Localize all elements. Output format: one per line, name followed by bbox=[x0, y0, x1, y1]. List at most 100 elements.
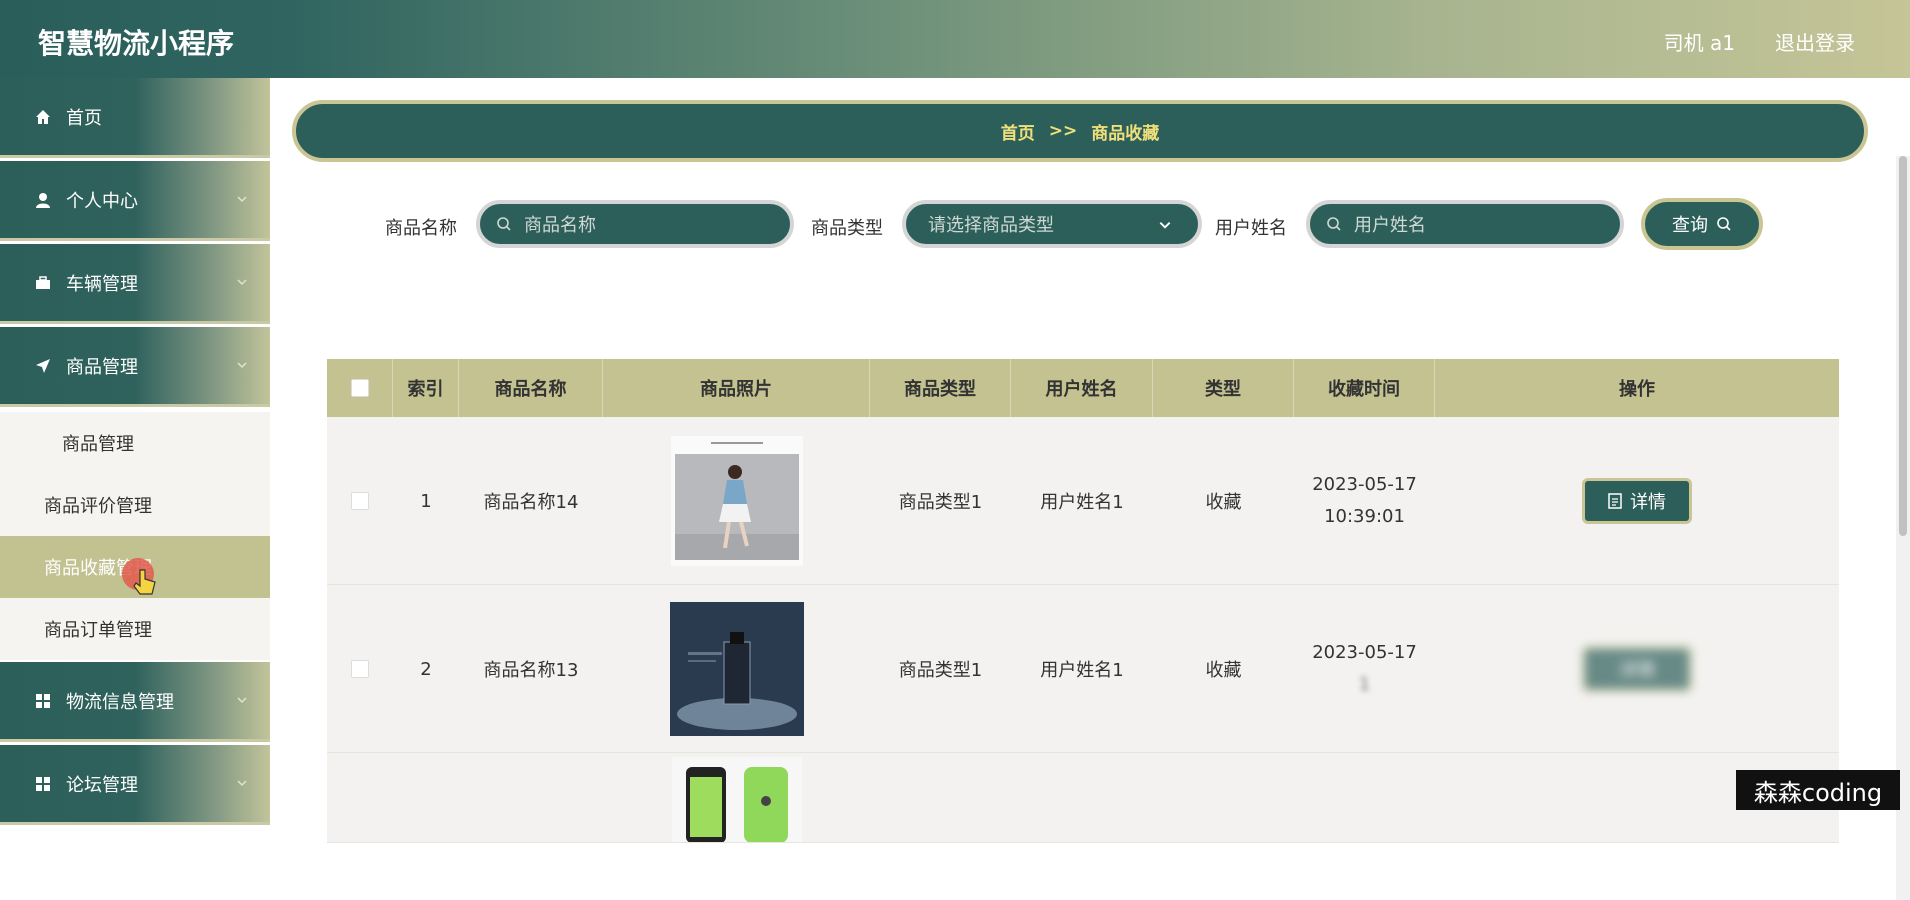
chevron-down-icon bbox=[237, 362, 247, 369]
row-checkbox[interactable] bbox=[351, 492, 369, 510]
goods-photo-phone bbox=[671, 757, 802, 842]
header-checkbox-cell bbox=[327, 359, 393, 417]
select-all-checkbox[interactable] bbox=[350, 379, 369, 397]
main-content: 首页 >> 商品收藏 商品名称 商品名称 商品类型 请选择商品类型 用户姓名 用… bbox=[270, 78, 1910, 900]
scrollbar-thumb[interactable] bbox=[1899, 156, 1907, 536]
grid-icon bbox=[34, 692, 52, 710]
home-icon bbox=[34, 108, 52, 126]
cell-goods-name: 商品名称14 bbox=[483, 492, 579, 513]
sidebar-item-forum[interactable]: 论坛管理 bbox=[0, 745, 270, 825]
table-row bbox=[327, 753, 1839, 843]
submenu-goods-manage[interactable]: 商品管理 bbox=[0, 412, 270, 474]
search-button[interactable]: 查询 bbox=[1641, 198, 1763, 250]
cell-goods-photo bbox=[603, 585, 870, 753]
detail-button-label: 详情 bbox=[1619, 660, 1655, 681]
row-checkbox-cell bbox=[327, 753, 393, 842]
cell-goods-type: 商品类型1 bbox=[898, 660, 983, 681]
sidebar-item-goods[interactable]: 商品管理 bbox=[0, 327, 270, 407]
sidebar-item-label: 首页 bbox=[66, 107, 102, 129]
submenu-goods-order[interactable]: 商品订单管理 bbox=[0, 598, 270, 660]
cell-goods-name bbox=[459, 753, 603, 842]
header-goods-type: 商品类型 bbox=[870, 359, 1011, 417]
header-kind: 类型 bbox=[1153, 359, 1294, 417]
table-row: 2 商品名称13 商品类型1 用户姓名1 收藏 2023-05-17 1 详情 bbox=[327, 585, 1839, 753]
search-icon bbox=[1327, 217, 1341, 231]
sidebar-item-label: 车辆管理 bbox=[66, 273, 138, 295]
breadcrumb-separator: >> bbox=[1048, 121, 1078, 141]
search-icon bbox=[497, 217, 511, 231]
user-name-placeholder: 用户姓名 bbox=[1354, 215, 1426, 236]
table-row: 1 商品名称14 商品类型1 用户姓名1 收藏 2023-05-17 10:39… bbox=[327, 417, 1839, 585]
fav-date: 2023-05-17 bbox=[1312, 474, 1417, 495]
user-name-input[interactable]: 用户姓名 bbox=[1306, 200, 1624, 248]
row-checkbox[interactable] bbox=[351, 660, 369, 678]
cell-index: 2 bbox=[420, 658, 432, 680]
goods-name-placeholder: 商品名称 bbox=[524, 215, 596, 236]
sidebar-item-vehicle[interactable]: 车辆管理 bbox=[0, 244, 270, 324]
cursor-hand-icon bbox=[122, 558, 156, 595]
header-index: 索引 bbox=[393, 359, 459, 417]
goods-photo-cosmetic bbox=[669, 602, 804, 736]
cell-index: 1 bbox=[420, 490, 432, 512]
user-icon bbox=[34, 191, 52, 209]
sidebar-item-personal-center[interactable]: 个人中心 bbox=[0, 161, 270, 241]
fav-time: 1 bbox=[1358, 674, 1371, 695]
submenu-goods-review[interactable]: 商品评价管理 bbox=[0, 474, 270, 536]
send-icon bbox=[34, 357, 52, 375]
cell-kind: 收藏 bbox=[1205, 660, 1242, 681]
breadcrumb-home[interactable]: 首页 bbox=[1001, 119, 1035, 144]
header-actions: 操作 bbox=[1619, 379, 1655, 400]
goods-name-input[interactable]: 商品名称 bbox=[476, 200, 794, 248]
cell-kind: 收藏 bbox=[1205, 492, 1242, 513]
user-name-label: 用户姓名 bbox=[1215, 218, 1287, 239]
header-user-name: 用户姓名 bbox=[1011, 359, 1153, 417]
detail-button[interactable]: 详情 bbox=[1582, 478, 1692, 524]
current-user: 司机 a1 bbox=[1663, 31, 1735, 55]
chevron-down-icon bbox=[1159, 222, 1171, 229]
sidebar-item-label: 物流信息管理 bbox=[66, 691, 174, 713]
cell-goods-name: 商品名称13 bbox=[483, 660, 579, 681]
header-goods-photo: 商品照片 bbox=[603, 359, 870, 417]
sidebar-item-label: 个人中心 bbox=[66, 190, 138, 212]
goods-type-select[interactable]: 请选择商品类型 bbox=[902, 200, 1202, 248]
sidebar: 首页 个人中心 车辆管理 商品管理 商品管理 商品评价管理 商品收藏管理 商品订… bbox=[0, 78, 270, 825]
logout-button[interactable]: 退出登录 bbox=[1775, 27, 1855, 56]
chevron-down-icon bbox=[237, 697, 247, 704]
header-goods-name: 商品名称 bbox=[459, 359, 603, 417]
goods-name-label: 商品名称 bbox=[385, 218, 457, 239]
fav-time: 10:39:01 bbox=[1324, 506, 1405, 527]
search-icon bbox=[1717, 217, 1731, 231]
cell-goods-photo bbox=[603, 417, 870, 585]
top-bar: 智慧物流小程序 司机 a1 退出登录 bbox=[0, 0, 1910, 78]
breadcrumb-current: 商品收藏 bbox=[1091, 123, 1160, 144]
grid-icon bbox=[34, 775, 52, 793]
cell-goods-type: 商品类型1 bbox=[898, 492, 983, 513]
sidebar-item-home[interactable]: 首页 bbox=[0, 78, 270, 158]
sidebar-item-logistics[interactable]: 物流信息管理 bbox=[0, 662, 270, 742]
cell-actions: 详情 bbox=[1435, 585, 1839, 753]
goods-photo-dress bbox=[670, 436, 803, 566]
search-button-label: 查询 bbox=[1672, 215, 1708, 236]
detail-button[interactable]: 详情 bbox=[1582, 646, 1692, 692]
cell-fav-time: 2023-05-17 1 bbox=[1294, 585, 1435, 753]
row-checkbox-cell bbox=[327, 585, 393, 753]
cell-user-name: 用户姓名1 bbox=[1040, 492, 1124, 513]
chevron-down-icon bbox=[237, 196, 247, 203]
fav-date: 2023-05-17 bbox=[1312, 642, 1417, 663]
detail-button-label: 详情 bbox=[1630, 492, 1666, 513]
watermark: 森森coding bbox=[1736, 770, 1900, 810]
cell-user-name: 用户姓名1 bbox=[1040, 660, 1124, 681]
cell-fav-time: 2023-05-17 10:39:01 bbox=[1294, 417, 1435, 585]
briefcase-icon bbox=[34, 274, 52, 292]
app-title: 智慧物流小程序 bbox=[38, 27, 235, 60]
cell-index bbox=[393, 753, 459, 842]
submenu-goods-favorite[interactable]: 商品收藏管理 bbox=[0, 536, 270, 598]
goods-type-placeholder: 请选择商品类型 bbox=[928, 215, 1054, 236]
header-fav-time: 收藏时间 bbox=[1294, 359, 1435, 417]
table-header: 索引 商品名称 商品照片 商品类型 用户姓名 类型 收藏时间 操作 bbox=[327, 359, 1839, 417]
document-icon bbox=[1608, 493, 1622, 509]
cell-actions: 详情 bbox=[1435, 417, 1839, 585]
cell-goods-photo bbox=[603, 753, 870, 842]
breadcrumb: 首页 >> 商品收藏 bbox=[292, 100, 1868, 162]
chevron-down-icon bbox=[237, 279, 247, 286]
